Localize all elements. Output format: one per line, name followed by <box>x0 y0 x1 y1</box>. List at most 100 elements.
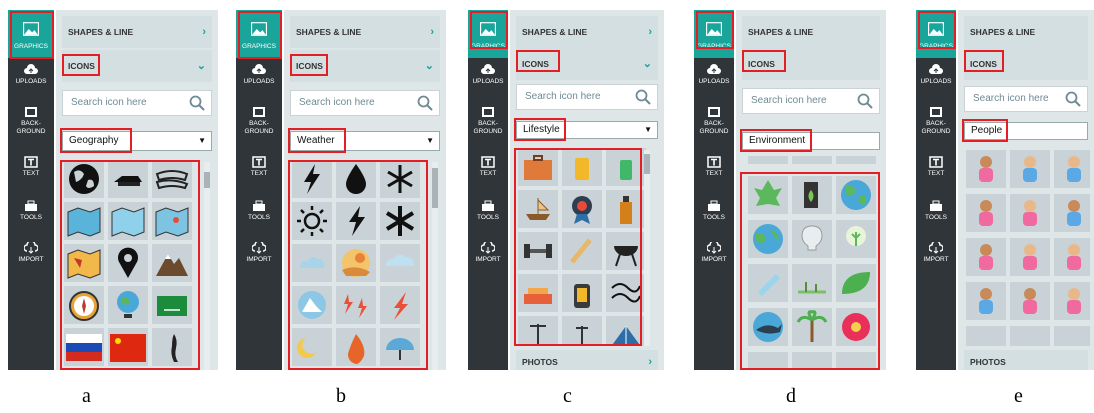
baby-icon-partial[interactable] <box>1010 326 1050 346</box>
rail-text-label: TEXT <box>927 170 945 177</box>
rail-tools[interactable]: TOOLS <box>468 200 508 222</box>
rail-import[interactable]: IMPORT <box>694 242 734 264</box>
highlight-graphics <box>470 11 508 49</box>
search-icon[interactable] <box>1065 91 1081 107</box>
baby-boy-icon-3[interactable] <box>1054 194 1090 232</box>
section-photos[interactable]: PHOTOS › <box>516 350 658 370</box>
highlight-graphics <box>918 11 956 49</box>
section-shapes-line[interactable]: SHAPES & LINE › <box>290 16 440 48</box>
search-input[interactable]: Search icon here <box>964 86 1088 112</box>
baby-icon-partial[interactable] <box>966 326 1006 346</box>
text-icon <box>929 156 943 168</box>
rail-uploads[interactable]: UPLOADS <box>8 64 54 86</box>
baby-girl-icon-7[interactable] <box>1010 282 1050 320</box>
rail-background-label-2: GROUND <box>244 128 274 135</box>
background-icon <box>708 107 720 117</box>
chevron-right-icon: › <box>648 356 652 368</box>
rail-import[interactable]: IMPORT <box>236 242 282 264</box>
scrollbar-thumb[interactable] <box>204 172 210 188</box>
search-input[interactable]: Search icon here <box>516 84 658 110</box>
highlight-grid <box>60 160 200 370</box>
rail-text[interactable]: TEXT <box>8 156 54 178</box>
search-placeholder: Search icon here <box>525 91 601 102</box>
baby-girl-icon-3[interactable] <box>1010 194 1050 232</box>
rail-import[interactable]: IMPORT <box>916 242 956 264</box>
rail-background[interactable]: BACK- GROUND <box>8 106 54 136</box>
baby-girl-icon-2[interactable] <box>966 194 1006 232</box>
section-shapes-line[interactable]: SHAPES & LINE <box>964 16 1088 48</box>
rail-uploads[interactable]: UPLOADS <box>694 64 734 86</box>
search-input[interactable]: Search icon here <box>62 90 212 116</box>
scrollbar[interactable] <box>432 162 438 370</box>
baby-icon-partial[interactable] <box>1054 326 1090 346</box>
baby-boy-icon-4[interactable] <box>966 282 1006 320</box>
toolbox-icon <box>482 200 494 211</box>
baby-girl-icon[interactable] <box>966 150 1006 188</box>
dropdown-icon: ▼ <box>198 136 206 145</box>
rail-uploads[interactable]: UPLOADS <box>468 64 508 86</box>
search-placeholder: Search icon here <box>973 93 1049 104</box>
search-icon[interactable] <box>857 93 873 109</box>
rail-import-label: IMPORT <box>246 256 272 263</box>
scrollbar-thumb[interactable] <box>432 168 438 208</box>
search-input[interactable]: Search icon here <box>742 88 880 114</box>
rail-background[interactable]: BACK- GROUND <box>236 106 282 136</box>
partial-icon-cell[interactable] <box>836 156 876 164</box>
rail-uploads-label: UPLOADS <box>15 78 47 85</box>
rail-background[interactable]: BACK- GROUND <box>916 106 956 136</box>
scrollbar[interactable] <box>204 162 210 370</box>
highlight-icons <box>290 54 328 76</box>
partial-icon-cell[interactable] <box>748 156 788 164</box>
baby-boy-icon-2[interactable] <box>1054 150 1090 188</box>
rail-background-label-2: GROUND <box>16 128 46 135</box>
highlight-icons <box>516 50 560 72</box>
rail-text[interactable]: TEXT <box>468 156 508 178</box>
rail-uploads[interactable]: UPLOADS <box>236 64 282 86</box>
rail-background-label-2: GROUND <box>699 128 729 135</box>
highlight-graphics <box>696 11 734 49</box>
search-icon[interactable] <box>417 95 433 111</box>
section-shapes-line-label: SHAPES & LINE <box>68 27 134 37</box>
rail-tools[interactable]: TOOLS <box>694 200 734 222</box>
search-icon[interactable] <box>635 89 651 105</box>
caption-c: c <box>563 385 572 407</box>
rail-tools[interactable]: TOOLS <box>8 200 54 222</box>
rail-import[interactable]: IMPORT <box>468 242 508 264</box>
tool-rail: GRAPHICS UPLOADS BACK- GROUND TEXT TOOLS… <box>8 10 54 370</box>
chevron-right-icon: › <box>202 26 206 38</box>
rail-background[interactable]: BACK- GROUND <box>694 106 734 136</box>
cloud-download-icon <box>929 242 943 254</box>
baby-boy-icon[interactable] <box>1010 150 1050 188</box>
rail-tools[interactable]: TOOLS <box>236 200 282 222</box>
scrollbar-thumb[interactable] <box>644 154 650 174</box>
rail-text[interactable]: TEXT <box>916 156 956 178</box>
baby-girl-icon-4[interactable] <box>966 238 1006 276</box>
rail-background[interactable]: BACK- GROUND <box>468 106 508 136</box>
highlight-category <box>288 128 346 153</box>
section-photos[interactable]: PHOTOS <box>964 350 1088 370</box>
rail-uploads[interactable]: UPLOADS <box>916 64 956 86</box>
rail-import-label: IMPORT <box>18 256 44 263</box>
panel-a: GRAPHICS UPLOADS BACK- GROUND TEXT TOOLS… <box>8 10 218 370</box>
highlight-category <box>60 128 132 153</box>
section-shapes-line[interactable]: SHAPES & LINE › <box>62 16 212 48</box>
search-input[interactable]: Search icon here <box>290 90 440 116</box>
rail-text[interactable]: TEXT <box>694 156 734 178</box>
cloud-upload-icon <box>707 64 721 74</box>
section-shapes-line[interactable]: SHAPES & LINE <box>742 16 880 48</box>
baby-girl-icon-8[interactable] <box>1054 282 1090 320</box>
rail-background-label-2: GROUND <box>473 128 503 135</box>
scrollbar[interactable] <box>644 150 650 346</box>
section-shapes-line-label: SHAPES & LINE <box>970 27 1036 37</box>
rail-text[interactable]: TEXT <box>236 156 282 178</box>
rail-tools[interactable]: TOOLS <box>916 200 956 222</box>
baby-girl-icon-5[interactable] <box>1010 238 1050 276</box>
baby-girl-icon-6[interactable] <box>1054 238 1090 276</box>
partial-icon-cell[interactable] <box>792 156 832 164</box>
asset-panel: SHAPES & LINE › ICONS ⌄ Search icon here G… <box>56 10 218 370</box>
highlight-category <box>740 129 812 152</box>
section-shapes-line[interactable]: SHAPES & LINE › <box>516 16 658 48</box>
rail-uploads-label: UPLOADS <box>472 78 504 85</box>
rail-import[interactable]: IMPORT <box>8 242 54 264</box>
search-icon[interactable] <box>189 95 205 111</box>
